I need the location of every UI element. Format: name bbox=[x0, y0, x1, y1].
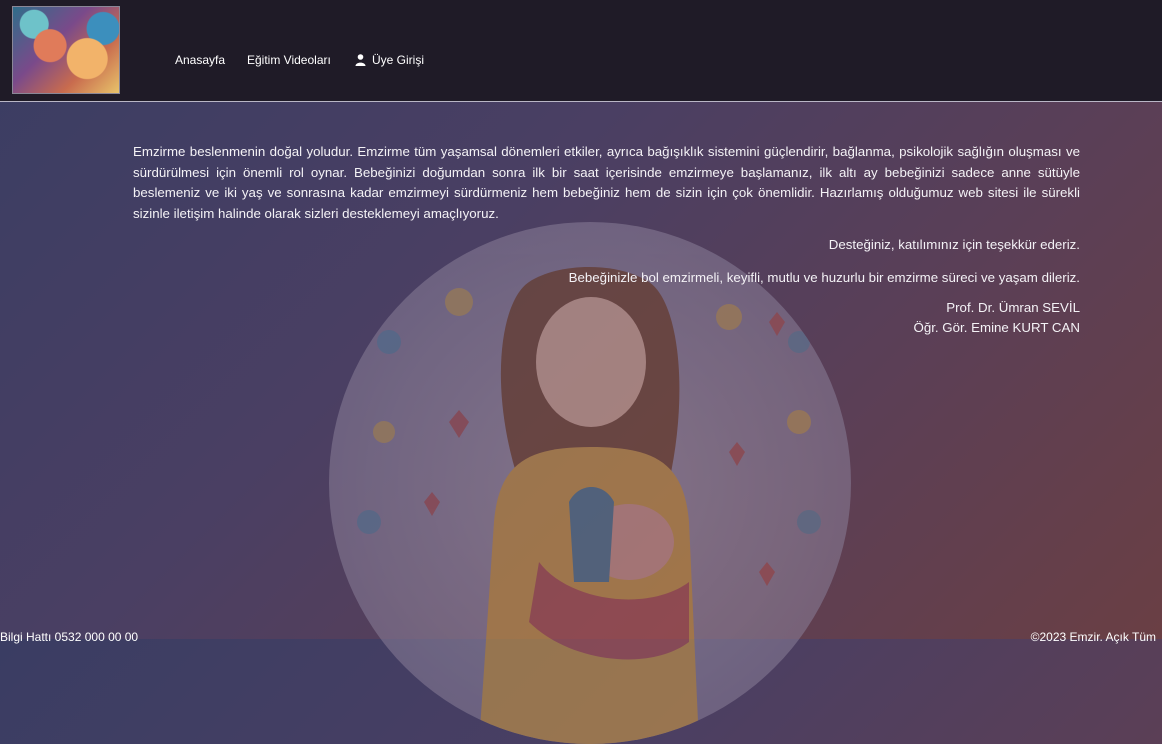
intro-paragraph: Emzirme beslenmenin doğal yoludur. Emzir… bbox=[133, 144, 1080, 221]
nav-login-link[interactable]: Üye Girişi bbox=[355, 53, 424, 67]
user-icon bbox=[355, 54, 366, 66]
footer-contact: Bilgi Hattı 0532 000 00 00 bbox=[0, 630, 139, 644]
nav-home-link[interactable]: Anasayfa bbox=[175, 53, 225, 67]
nav-login-label: Üye Girişi bbox=[372, 53, 425, 67]
site-logo[interactable] bbox=[12, 6, 120, 94]
nav-videos-link[interactable]: Eğitim Videoları bbox=[247, 53, 331, 67]
thanks-line: Desteğiniz, katılımınız için teşekkür ed… bbox=[828, 237, 1080, 253]
footer-copyright: ©2023 Emzir. Açık Tüm bbox=[1030, 630, 1156, 644]
signature-1: Prof. Dr. Ümran SEVİL bbox=[946, 299, 1080, 315]
main-content: Emzirme beslenmenin doğal yoludur. Emzir… bbox=[133, 142, 1080, 339]
top-navbar: Anasayfa Eğitim Videoları Üye Girişi bbox=[0, 0, 1162, 102]
signature-2: Öğr. Gör. Emine KURT CAN bbox=[913, 320, 1080, 336]
wish-line: Bebeğinizle bol emzirmeli, keyifli, mutl… bbox=[568, 269, 1080, 285]
